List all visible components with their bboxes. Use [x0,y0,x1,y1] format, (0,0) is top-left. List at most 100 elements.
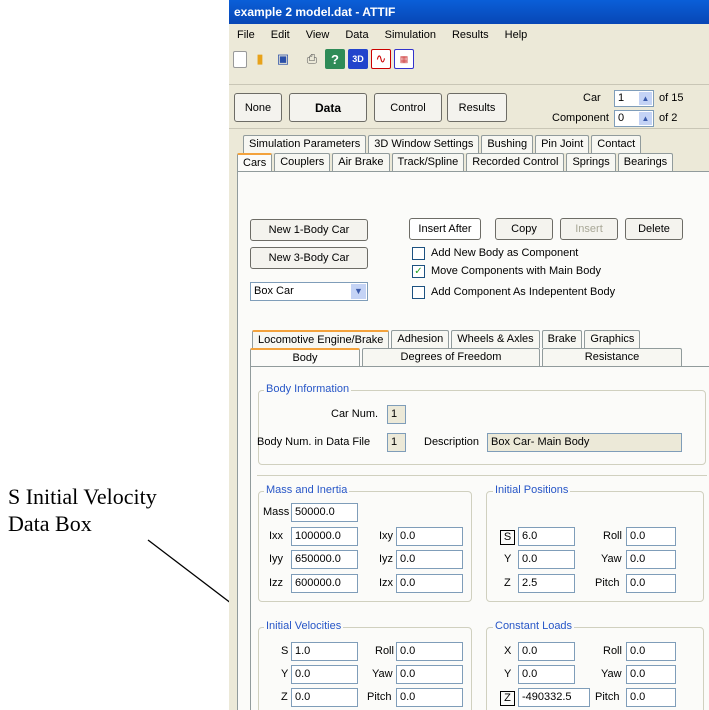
tab-adhesion[interactable]: Adhesion [391,330,450,348]
description-field[interactable]: Box Car- Main Body [487,433,682,452]
menu-view[interactable]: View [298,29,338,41]
tab-simulation-parameters[interactable]: Simulation Parameters [243,135,367,153]
tab-wheels-axles[interactable]: Wheels & Axles [451,330,540,348]
tab-contact[interactable]: Contact [591,135,642,153]
ixx-label: Ixx [269,530,284,542]
car-spinner[interactable]: 1 ▲ [614,90,654,107]
component-spinner[interactable]: 0 ▲ [614,110,654,127]
new-file-icon[interactable] [233,50,247,68]
z-velocity-field[interactable]: 0.0 [291,688,358,707]
app-window: example 2 model.dat - ATTIF File Edit Vi… [229,0,709,710]
tab-body[interactable]: Body [250,348,360,366]
s-velocity-label: S [281,645,289,657]
mass-field[interactable]: 50000.0 [291,503,358,522]
pitch-position-field[interactable]: 0.0 [626,574,676,593]
help-icon[interactable]: ? [325,49,345,69]
yaw-load-field[interactable]: 0.0 [626,665,676,684]
roll-load-field[interactable]: 0.0 [626,642,676,661]
new-3-body-car-button[interactable]: New 3-Body Car [250,247,368,269]
tab-graphics[interactable]: Graphics [584,330,641,348]
mass-inertia-title: Mass and Inertia [264,484,350,496]
tab-springs[interactable]: Springs [566,153,616,171]
car-label: Car [583,92,601,104]
izx-field[interactable]: 0.0 [396,574,463,593]
pitch-load-field[interactable]: 0.0 [626,688,676,707]
x-load-field[interactable]: 0.0 [518,642,575,661]
y-load-field[interactable]: 0.0 [518,665,575,684]
tab-degrees-of-freedom[interactable]: Degrees of Freedom [362,348,540,366]
component-of-label: of 2 [659,112,678,124]
tab-recorded-control[interactable]: Recorded Control [466,153,565,171]
menu-simulation[interactable]: Simulation [377,29,444,41]
pitch-velocity-field[interactable]: 0.0 [396,688,463,707]
iyz-field[interactable]: 0.0 [396,550,463,569]
data-button[interactable]: Data [289,93,367,122]
y-load-label: Y [504,668,512,680]
body-subpanel: Body Information Car Num. 1 Body Num. in… [250,366,709,710]
add-component-checkbox[interactable] [412,247,425,260]
body-information-group [258,390,706,465]
y-velocity-field[interactable]: 0.0 [291,665,358,684]
tab-3d-window-settings[interactable]: 3D Window Settings [368,135,480,153]
control-button[interactable]: Control [374,93,442,122]
iyz-label: Iyz [379,553,394,565]
delete-button[interactable]: Delete [625,218,683,240]
chart-icon[interactable]: ∿ [371,49,391,69]
pitch-position-label: Pitch [595,577,620,589]
add-independent-checkbox[interactable] [412,286,425,299]
y-position-field[interactable]: 0.0 [518,550,575,569]
izz-field[interactable]: 600000.0 [291,574,358,593]
chevron-down-icon[interactable]: ▼ [351,284,366,299]
tab-track-spline[interactable]: Track/Spline [391,153,465,171]
s-position-field[interactable]: 6.0 [518,527,575,546]
body-num-field[interactable]: 1 [387,433,406,452]
open-file-icon[interactable]: ▮ [250,49,270,69]
s-velocity-field[interactable]: 1.0 [291,642,358,661]
none-button[interactable]: None [234,93,282,122]
results-button[interactable]: Results [447,93,507,122]
divider [257,475,707,476]
cars-panel: New 1-Body Car New 3-Body Car Box Car ▼ I… [237,171,709,710]
insert-button[interactable]: Insert [560,218,618,240]
tab-locomotive-engine-brake[interactable]: Locomotive Engine/Brake [252,330,390,348]
car-type-select[interactable]: Box Car ▼ [250,282,368,301]
tab-bearings[interactable]: Bearings [617,153,674,171]
yaw-position-field[interactable]: 0.0 [626,550,676,569]
spinner-arrows-icon[interactable]: ▲ [639,92,652,105]
z-load-label: Z [500,691,515,706]
roll-load-label: Roll [603,645,622,657]
tab-pin-joint[interactable]: Pin Joint [535,135,590,153]
z-position-field[interactable]: 2.5 [518,574,575,593]
menu-data[interactable]: Data [337,29,376,41]
save-icon[interactable]: ▣ [273,49,293,69]
yaw-velocity-field[interactable]: 0.0 [396,665,463,684]
copy-button[interactable]: Copy [495,218,553,240]
new-1-body-car-button[interactable]: New 1-Body Car [250,219,368,241]
3d-view-icon[interactable]: 3D [348,49,368,69]
menu-results[interactable]: Results [444,29,497,41]
data-grid-icon[interactable]: ▦ [394,49,414,69]
iyy-field[interactable]: 650000.0 [291,550,358,569]
car-num-field[interactable]: 1 [387,405,406,424]
print-icon[interactable]: ⎙ [302,49,322,69]
tab-couplers[interactable]: Couplers [274,153,331,171]
tab-bushing[interactable]: Bushing [481,135,534,153]
add-component-label: Add New Body as Component [431,247,579,259]
ixy-field[interactable]: 0.0 [396,527,463,546]
initial-velocities-title: Initial Velocities [264,620,344,632]
roll-position-field[interactable]: 0.0 [626,527,676,546]
tab-air-brake[interactable]: Air Brake [332,153,390,171]
menu-file[interactable]: File [229,29,263,41]
spinner-arrows-icon[interactable]: ▲ [639,112,652,125]
insert-after-button[interactable]: Insert After [409,218,481,240]
move-components-checkbox[interactable]: ✓ [412,265,425,278]
menu-edit[interactable]: Edit [263,29,298,41]
z-load-field[interactable]: -490332.5 [518,688,590,707]
roll-velocity-field[interactable]: 0.0 [396,642,463,661]
tab-resistance[interactable]: Resistance [542,348,682,366]
yaw-load-label: Yaw [601,668,622,680]
tab-brake[interactable]: Brake [541,330,583,348]
ixx-field[interactable]: 100000.0 [291,527,358,546]
menu-help[interactable]: Help [497,29,536,41]
tab-cars[interactable]: Cars [237,153,273,171]
